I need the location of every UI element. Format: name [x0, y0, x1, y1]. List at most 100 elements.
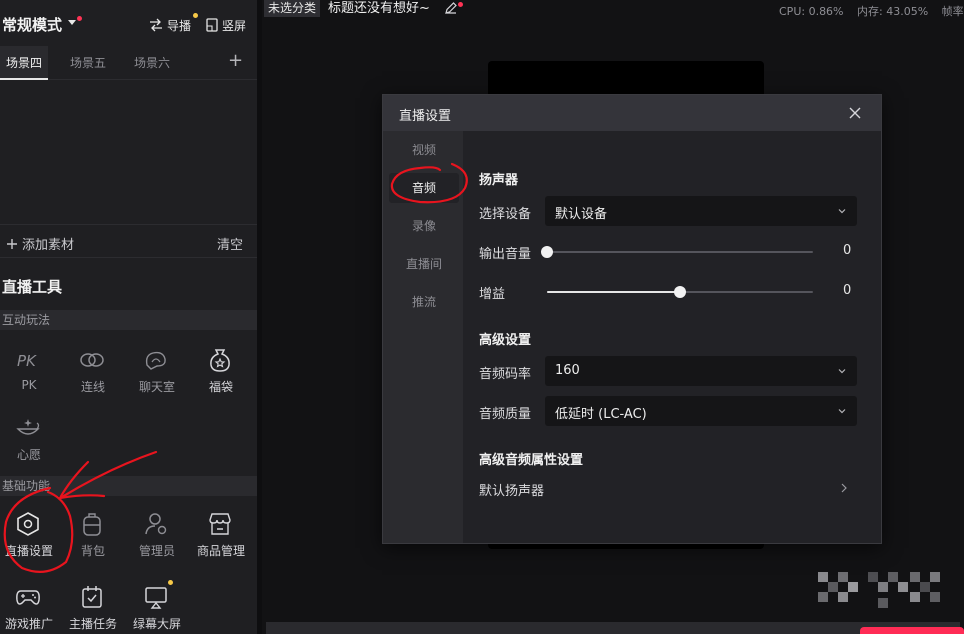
quality-select[interactable]: 低延时 (LC-AC)	[545, 396, 857, 426]
default-speaker-label: 默认扬声器	[479, 484, 545, 499]
tool-label: 心愿	[16, 448, 41, 462]
dialog-title: 直播设置	[399, 109, 452, 124]
tools-title: 直播工具	[2, 278, 63, 296]
swap-icon	[150, 18, 162, 32]
default-speaker-row[interactable]: 默认扬声器	[463, 479, 881, 499]
admin-user-icon	[145, 513, 167, 535]
tab-scene-4[interactable]: 场景四	[0, 46, 49, 80]
basic-section-header: 基础功能	[0, 476, 257, 496]
calendar-check-icon	[82, 586, 102, 608]
quality-select-value: 低延时 (LC-AC)	[555, 407, 647, 422]
top-bar: 未选分类 标题还没有想好~ CPU: 0.86% 内存: 43.05% 帧率	[262, 0, 964, 18]
stream-title[interactable]: 标题还没有想好~	[328, 0, 430, 17]
plus-icon	[7, 238, 17, 249]
gain-slider[interactable]	[547, 286, 813, 298]
slider-handle[interactable]	[674, 286, 686, 298]
nav-audio[interactable]: 音频	[389, 173, 459, 203]
add-material-label: 添加素材	[22, 238, 75, 253]
tool-label: 背包	[80, 544, 105, 558]
gain-label: 增益	[479, 287, 506, 302]
nav-recording[interactable]: 录像	[389, 211, 459, 241]
shop-icon	[209, 513, 231, 535]
nav-streaming[interactable]: 推流	[389, 287, 459, 317]
svg-text:PK: PK	[17, 352, 37, 370]
slider-handle[interactable]	[541, 246, 553, 258]
pk-icon: PK	[17, 352, 37, 370]
tool-admin[interactable]: 管理员	[125, 511, 189, 561]
tool-live-settings[interactable]: 直播设置	[0, 511, 61, 561]
tool-label: 主播任务	[68, 617, 117, 631]
gamepad-icon	[16, 590, 40, 605]
portrait-icon	[206, 18, 218, 32]
add-material-button[interactable]: 添加素材	[6, 234, 74, 253]
slider-fill	[547, 291, 680, 293]
bitrate-select[interactable]: 160	[545, 356, 857, 386]
output-volume-label: 输出音量	[479, 247, 532, 262]
clear-button[interactable]: 清空	[217, 234, 243, 253]
tool-lucky-bag[interactable]: 福袋	[189, 347, 253, 397]
tool-backpack[interactable]: 背包	[61, 511, 125, 561]
screen-cast-icon	[145, 587, 167, 609]
chevron-down-icon	[838, 209, 846, 214]
frame-rate: 帧率	[941, 5, 964, 18]
gain-value: 0	[843, 283, 852, 298]
category-tag[interactable]: 未选分类	[264, 0, 321, 17]
portrait-button[interactable]: 竖屏	[206, 16, 246, 34]
guide-button[interactable]: 导播	[149, 16, 191, 34]
tool-pk[interactable]: PK PK	[0, 347, 61, 397]
chevron-down-icon	[838, 369, 846, 374]
tool-label: 福袋	[208, 380, 233, 394]
nav-live-room[interactable]: 直播间	[389, 249, 459, 279]
tab-scene-5[interactable]: 场景五	[64, 46, 112, 80]
link-icon	[80, 353, 104, 367]
memory-usage: 内存: 43.05%	[857, 5, 929, 18]
add-scene-icon[interactable]: +	[228, 52, 243, 70]
left-panel: 常规模式 导播 竖屏 场景四 场景五 场景六 + 添加素材 清空 直播工具 互动…	[0, 0, 257, 634]
edit-pencil-icon[interactable]	[444, 1, 458, 15]
device-select[interactable]: 默认设备	[545, 196, 857, 226]
tool-connect[interactable]: 连线	[61, 347, 125, 397]
output-volume-slider[interactable]	[541, 246, 813, 258]
tool-label: 连线	[80, 380, 105, 394]
tool-label: PK	[21, 378, 37, 392]
tool-label: 管理员	[138, 544, 175, 558]
tool-wish[interactable]: 心愿	[0, 415, 61, 465]
start-live-button[interactable]	[860, 627, 964, 634]
device-select-value: 默认设备	[555, 207, 608, 222]
wish-lamp-icon	[16, 419, 40, 435]
mode-red-dot	[77, 16, 82, 21]
tool-label: 商品管理	[196, 544, 245, 558]
tool-green-screen[interactable]: 绿幕大屏	[125, 584, 189, 634]
audio-settings-panel: 扬声器 选择设备 默认设备 输出音量 0 增益 0 高级设置 音频码率 160 …	[463, 131, 881, 543]
tool-label: 直播设置	[4, 544, 53, 558]
tab-scene-6[interactable]: 场景六	[128, 46, 176, 80]
tool-product-manage[interactable]: 商品管理	[189, 511, 253, 561]
advanced-audio-section-title: 高级音频属性设置	[479, 453, 584, 468]
settings-nav: 视频 音频 录像 直播间 推流	[383, 131, 463, 543]
backpack-icon	[83, 513, 101, 536]
tool-label: 绿幕大屏	[132, 617, 181, 631]
guide-badge-dot	[193, 13, 198, 18]
bitrate-label: 音频码率	[479, 367, 532, 382]
slider-track	[547, 251, 813, 253]
portrait-label: 竖屏	[222, 18, 247, 33]
hexagon-settings-icon	[17, 512, 39, 536]
mode-dropdown-icon[interactable]	[68, 20, 76, 25]
nav-video[interactable]: 视频	[389, 135, 459, 165]
mode-bar: 常规模式 导播 竖屏	[0, 0, 257, 46]
interactive-section-header: 互动玩法	[0, 310, 257, 330]
chat-bubble-icon	[145, 351, 166, 370]
tool-host-tasks[interactable]: 主播任务	[61, 584, 125, 634]
lucky-bag-icon	[210, 349, 230, 372]
tool-label: 聊天室	[138, 380, 175, 394]
chevron-right-icon	[841, 483, 847, 493]
tool-game-promo[interactable]: 游戏推广	[0, 584, 61, 634]
tool-chatroom[interactable]: 聊天室	[125, 347, 189, 397]
dialog-header: 直播设置	[383, 95, 881, 131]
quality-label: 音频质量	[479, 407, 532, 422]
close-icon[interactable]	[848, 106, 862, 120]
advanced-section-title: 高级设置	[479, 333, 532, 348]
mode-title[interactable]: 常规模式	[2, 14, 62, 35]
live-settings-dialog: 直播设置 视频 音频 录像 直播间 推流 扬声器 选择设备 默认设备 输出音量 …	[382, 94, 882, 544]
output-volume-value: 0	[843, 243, 852, 258]
